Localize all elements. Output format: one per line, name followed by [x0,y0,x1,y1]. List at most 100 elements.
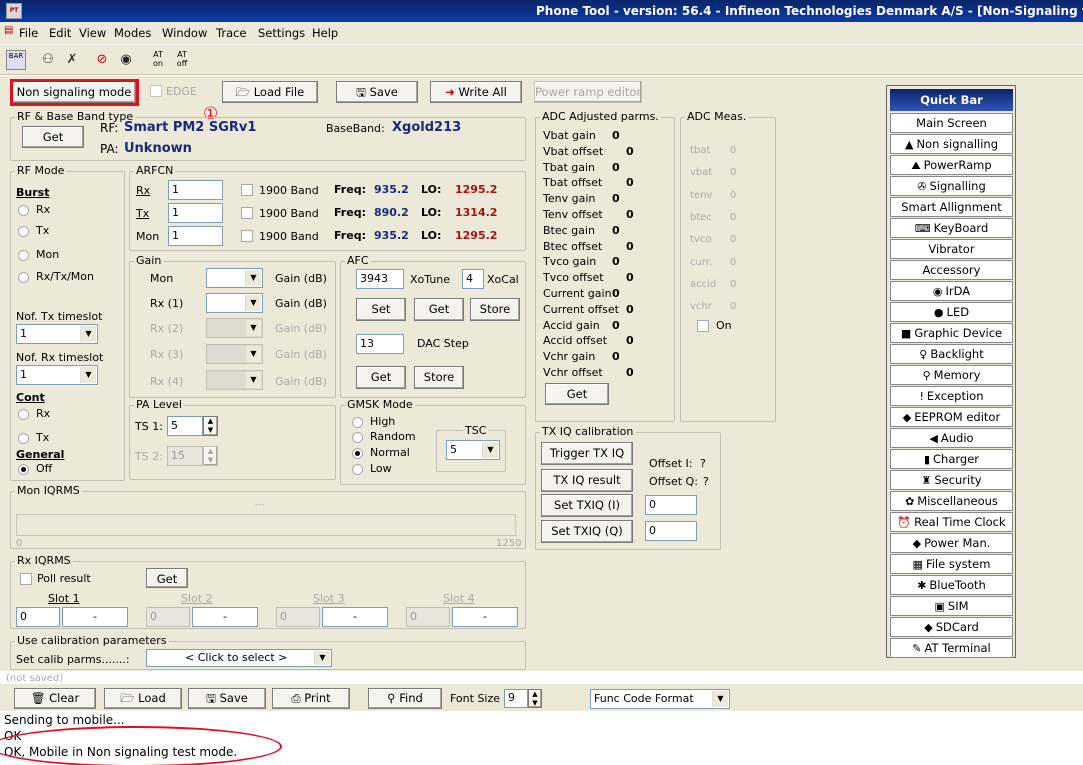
gmsk-random-radio[interactable] [352,432,363,443]
quick-bar-item[interactable]: ⛰ PowerRamp [890,155,1013,175]
burst-mon-radio[interactable] [18,250,29,261]
cont-rx-radio[interactable] [18,409,29,420]
set-txiq-q-input[interactable]: 0 [645,521,697,541]
menu-view[interactable]: View [79,26,106,40]
xotune-input[interactable]: 3943 [356,269,404,289]
set-txiq-i-input[interactable]: 0 [645,495,697,515]
txiq-result-button[interactable]: TX IQ result [541,469,633,492]
tsc-select[interactable]: 5 ▼ [446,440,500,460]
quick-bar-item[interactable]: Main Screen [890,113,1013,133]
power-ramp-editor-button[interactable]: Power ramp editor [534,81,642,103]
gain-rx3-select[interactable]: ▼ [206,344,263,364]
quick-bar-item[interactable]: ▣ SIM [890,596,1013,616]
quick-bar-item[interactable]: Accessory [890,260,1013,280]
load-button[interactable]: 🗁 Load [104,688,182,709]
adc-get-button[interactable]: Get [545,383,609,405]
func-code-format-select[interactable]: Func Code Format ▼ [590,689,730,709]
target-icon[interactable]: ◉ [116,50,136,70]
quick-bar-item[interactable]: Smart Allignment [890,197,1013,217]
adc-on-checkbox[interactable] [697,320,709,332]
afc-set-button[interactable]: Set [356,298,406,321]
clear-button[interactable]: 🗑 Clear [14,688,96,709]
at-off-icon[interactable]: AT off [172,50,192,70]
xocal-input[interactable]: 4 [462,269,484,289]
menu-file[interactable]: File [19,26,38,40]
quick-bar-item[interactable]: ⚲ Memory [890,365,1013,385]
ts2-input[interactable]: 15 [167,446,203,466]
quick-bar-item[interactable]: ⏰ Real Time Clock [890,512,1013,532]
arfcn-tx-input[interactable]: 1 [168,203,223,223]
at-on-icon[interactable]: AT on [148,50,168,70]
general-off-radio[interactable] [18,464,29,475]
poll-result-checkbox[interactable] [20,573,32,585]
menu-help[interactable]: Help [312,26,338,40]
dac-step-input[interactable]: 13 [356,334,404,354]
menu-settings[interactable]: Settings [258,26,305,40]
quick-bar-item[interactable]: ● LED [890,302,1013,322]
menu-trace[interactable]: Trace [216,26,247,40]
dac-get-button[interactable]: Get [356,366,406,389]
pulse-icon[interactable]: ✗ [62,50,82,70]
quick-bar-item[interactable]: ▦ File system [890,554,1013,574]
write-all-button[interactable]: ➜ Write All [430,81,522,103]
ts1-input[interactable]: 5 [167,416,203,436]
quick-bar-item[interactable]: ✇ Signalling [890,176,1013,196]
quick-bar-item[interactable]: ◆ EEPROM editor [890,407,1013,427]
quick-bar-item[interactable]: ◉ IrDA [890,281,1013,301]
gain-rx4-select[interactable]: ▼ [206,370,263,390]
print-button[interactable]: ⎙ Print [272,688,350,709]
gain-mon-select[interactable]: ▼ [206,268,263,288]
stop-icon[interactable]: ⊘ [92,50,112,70]
quick-bar-item[interactable]: ♜ Security [890,470,1013,490]
calib-select[interactable]: < Click to select > ▼ [146,649,332,667]
rf-get-button[interactable]: Get [22,126,84,148]
quick-bar-item[interactable]: ✱ BlueTooth [890,575,1013,595]
set-txiq-q-button[interactable]: Set TXIQ (Q) [541,520,633,543]
nof-tx-select[interactable]: 1 ▼ [16,324,98,344]
ts2-spinner[interactable]: ▲ ▼ [203,446,218,466]
afc-store-button[interactable]: Store [470,298,520,321]
edge-checkbox[interactable] [150,85,162,97]
rx-iqrms-get-button[interactable]: Get [146,568,188,588]
ts1-spinner[interactable]: ▲ ▼ [203,416,218,436]
gmsk-normal-radio[interactable] [352,448,363,459]
arfcn-mon-1900-checkbox[interactable] [241,230,253,242]
quick-bar-item[interactable]: ■ Graphic Device [890,323,1013,343]
arfcn-rx-1900-checkbox[interactable] [241,184,253,196]
quick-bar-item[interactable]: ! Exception [890,386,1013,406]
arfcn-rx-input[interactable]: 1 [168,180,223,200]
quick-bar-item[interactable]: ♀ Backlight [890,344,1013,364]
menu-window[interactable]: Window [162,26,207,40]
quick-bar-item[interactable]: Vibrator [890,239,1013,259]
quick-bar-item[interactable]: ▲ Non signalling [890,134,1013,154]
quick-bar-item[interactable]: ▮ Charger [890,449,1013,469]
burst-rx-radio[interactable] [18,205,29,216]
app-icon[interactable]: PT [6,3,22,19]
quick-bar-item[interactable]: ✿ Miscellaneous [890,491,1013,511]
doc-icon[interactable]: ▤ [4,25,13,36]
arfcn-mon-input[interactable]: 1 [168,226,223,246]
bug-icon[interactable]: ⚇ [38,50,58,70]
quick-bar-item[interactable]: ◆ Power Man. [890,533,1013,553]
afc-get-button[interactable]: Get [414,298,464,321]
quick-bar-item[interactable]: ◀ Audio [890,428,1013,448]
quick-bar-item[interactable]: ◆ SDCard [890,617,1013,637]
gmsk-low-radio[interactable] [352,464,363,475]
burst-tx-radio[interactable] [18,226,29,237]
bar-icon[interactable]: BAR [6,50,26,70]
menu-modes[interactable]: Modes [114,26,151,40]
font-size-input[interactable]: 9 [504,689,528,708]
gain-rx1-select[interactable]: ▼ [206,293,263,313]
cont-tx-radio[interactable] [18,433,29,444]
font-size-spinner[interactable]: ▲ ▼ [528,689,542,708]
log-save-button[interactable]: 🖫 Save [188,688,266,709]
gmsk-high-radio[interactable] [352,417,363,428]
load-file-button[interactable]: 🗁 Load File [222,81,318,103]
trigger-txiq-button[interactable]: Trigger TX IQ [541,442,633,465]
quick-bar-item[interactable]: ⌨ KeyBoard [890,218,1013,238]
find-button[interactable]: ⚲ Find [368,688,442,709]
dac-store-button[interactable]: Store [414,366,464,389]
gain-rx2-select[interactable]: ▼ [206,318,263,338]
save-top-button[interactable]: 🖫 Save [336,81,418,103]
arfcn-tx-1900-checkbox[interactable] [241,207,253,219]
